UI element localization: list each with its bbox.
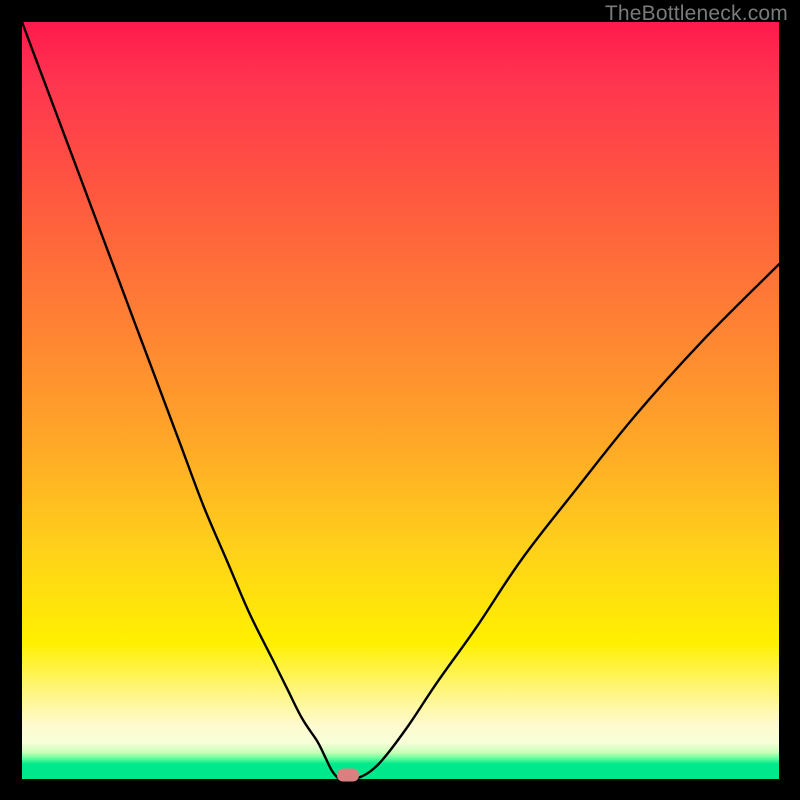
bottleneck-curve <box>22 22 779 779</box>
chart-frame: TheBottleneck.com <box>0 0 800 800</box>
plot-area <box>22 22 779 779</box>
optimum-marker <box>337 769 359 782</box>
watermark-text: TheBottleneck.com <box>605 2 788 26</box>
